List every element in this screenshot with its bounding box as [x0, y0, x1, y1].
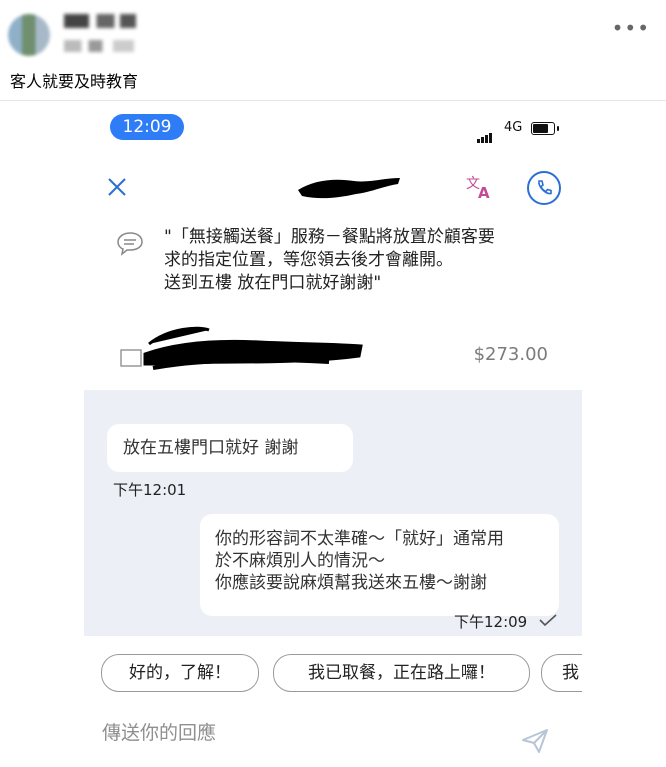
check-icon	[539, 614, 557, 627]
post-header: ••• 客人就要及時教育	[0, 0, 666, 101]
post-caption: 客人就要及時教育	[10, 72, 139, 91]
battery-icon	[531, 122, 555, 135]
order-items-redacted	[143, 326, 363, 370]
message-icon	[117, 232, 143, 256]
status-time: 12:09	[110, 114, 184, 140]
incoming-time: 下午12:01	[113, 481, 187, 499]
reply-bar	[84, 708, 582, 767]
screenshot-image: 12:09 4G 文 A "「無接觸送餐」服務－餐點將放置於顧客要 求的指定位置…	[84, 104, 582, 767]
incoming-message: 放在五樓門口就好 謝謝	[107, 424, 353, 472]
outgoing-message: 你的形容詞不太準確～「就好」通常用 於不麻煩別人的情況～ 你應該要說麻煩幫我送來…	[200, 514, 559, 616]
post-meta-redacted	[64, 40, 134, 52]
battery-tip	[557, 126, 559, 131]
author-name-redacted[interactable]	[64, 14, 136, 28]
avatar[interactable]	[8, 14, 50, 56]
customer-name-redacted	[298, 178, 400, 199]
send-icon[interactable]	[521, 728, 549, 754]
delivery-note: "「無接觸送餐」服務－餐點將放置於顧客要 求的指定位置，等您領去後才會離開。 送…	[164, 227, 495, 293]
order-total: $273.00	[473, 344, 548, 365]
close-icon[interactable]	[106, 176, 128, 198]
more-horizontal-icon: •••	[611, 16, 650, 40]
quick-reply-ok[interactable]: 好的，了解！	[101, 654, 259, 692]
chat-area: 放在五樓門口就好 謝謝 下午12:01 你的形容詞不太準確～「就好」通常用 於不…	[84, 390, 582, 636]
quick-reply-on-the-way[interactable]: 我已取餐，正在路上囉！	[273, 654, 530, 692]
signal-icon	[477, 124, 493, 143]
quick-reply-more[interactable]: 我	[541, 654, 582, 692]
svg-text:A: A	[478, 184, 490, 200]
more-options-button[interactable]: •••	[612, 16, 650, 40]
reply-input[interactable]	[102, 722, 502, 744]
quick-replies: 好的，了解！ 我已取餐，正在路上囉！ 我	[84, 644, 582, 694]
phone-call-icon[interactable]	[527, 171, 561, 205]
network-label: 4G	[504, 120, 523, 135]
translate-icon[interactable]: 文 A	[466, 174, 496, 200]
outgoing-time: 下午12:09	[454, 613, 528, 631]
